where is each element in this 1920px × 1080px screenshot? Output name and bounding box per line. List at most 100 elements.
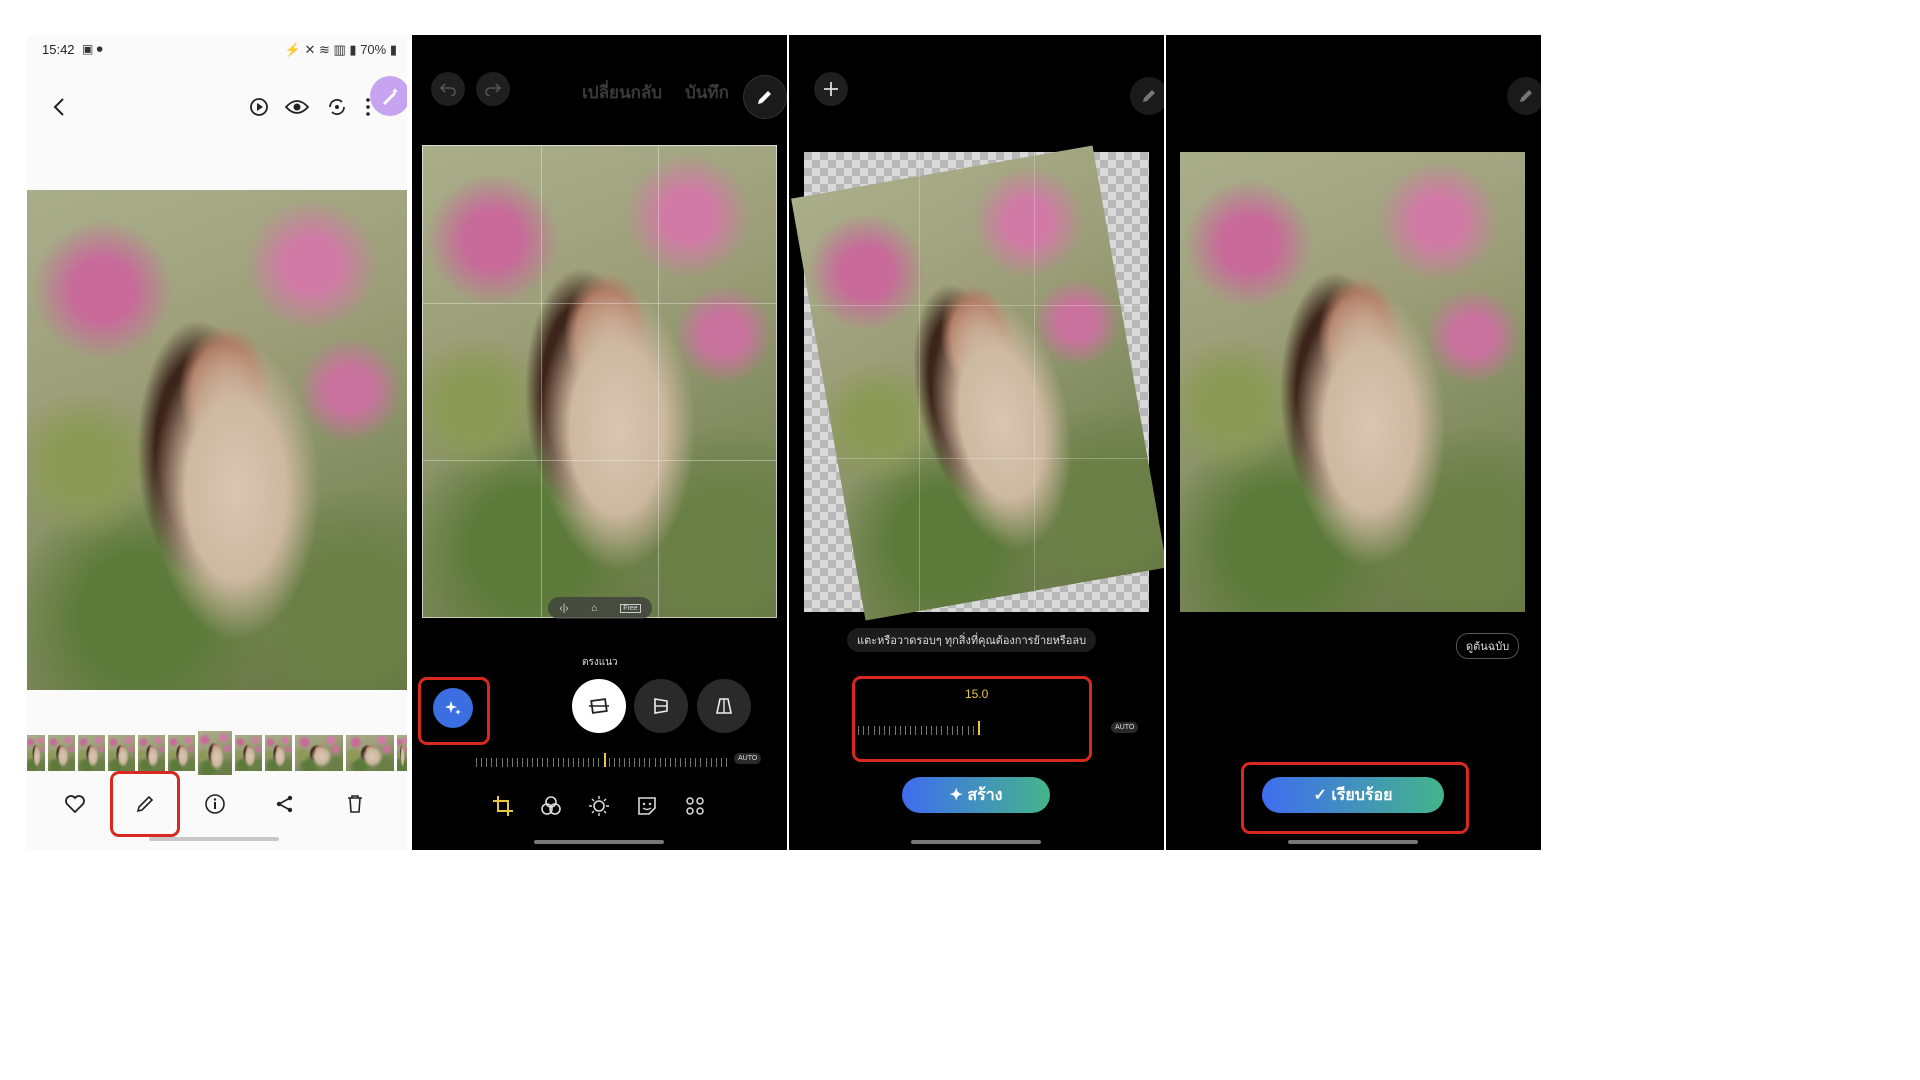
thumbnail[interactable] bbox=[78, 735, 105, 771]
ruler-tick bbox=[491, 758, 493, 767]
redo-icon[interactable] bbox=[476, 72, 510, 106]
ruler-tick bbox=[726, 758, 727, 767]
ruler-tick bbox=[664, 758, 666, 767]
home-indicator bbox=[534, 840, 664, 844]
hint-text: แตะหรือวาดรอบๆ ทุกสิ่งที่คุณต้องการย้ายห… bbox=[847, 628, 1097, 652]
free-ratio-icon[interactable]: Free bbox=[620, 603, 641, 613]
ruler-tick bbox=[552, 758, 554, 767]
ruler-tick bbox=[583, 758, 585, 767]
home-indicator bbox=[149, 837, 279, 841]
heart-icon[interactable] bbox=[61, 790, 89, 818]
straighten-button[interactable] bbox=[572, 679, 626, 733]
ruler-tick bbox=[649, 758, 651, 767]
ruler-tick bbox=[659, 758, 661, 767]
ruler-tick bbox=[501, 758, 503, 767]
trash-icon[interactable] bbox=[341, 790, 369, 818]
vertical-perspective-button[interactable] bbox=[634, 679, 688, 733]
ruler-tick bbox=[639, 758, 641, 767]
undo-icon[interactable] bbox=[431, 72, 465, 106]
main-photo[interactable] bbox=[27, 190, 407, 690]
thumbnail[interactable] bbox=[27, 735, 45, 771]
info-icon[interactable] bbox=[201, 790, 229, 818]
pen-edit-icon[interactable] bbox=[1130, 77, 1164, 115]
highlight-done bbox=[1241, 762, 1469, 834]
ruler-tick bbox=[710, 758, 712, 767]
ruler-tick bbox=[578, 758, 580, 767]
ruler-tick bbox=[521, 758, 523, 767]
thumbnail[interactable] bbox=[346, 735, 394, 771]
ruler-tick bbox=[613, 758, 615, 767]
sync-icon[interactable] bbox=[323, 93, 351, 121]
ruler-tick bbox=[486, 758, 488, 767]
ruler-tick bbox=[720, 758, 722, 767]
home-indicator bbox=[1288, 840, 1418, 844]
thumbnail-current[interactable] bbox=[198, 731, 232, 775]
ruler-tick bbox=[644, 758, 646, 767]
thumbnail[interactable] bbox=[397, 735, 407, 771]
horizontal-perspective-button[interactable] bbox=[697, 679, 751, 733]
ruler-tick bbox=[593, 758, 595, 767]
pen-edit-icon[interactable] bbox=[743, 75, 787, 119]
thumbnail[interactable] bbox=[138, 735, 165, 771]
thumbnail[interactable] bbox=[168, 735, 195, 771]
ruler-tick bbox=[603, 753, 606, 767]
thumbnail[interactable] bbox=[295, 735, 343, 771]
home-indicator bbox=[911, 840, 1041, 844]
back-icon[interactable] bbox=[45, 93, 73, 121]
signal-icons: ⚡ ✕ ≋ ▥ ▮ bbox=[284, 42, 361, 57]
sticker-tool-icon[interactable] bbox=[634, 793, 660, 819]
ruler-tick bbox=[623, 758, 625, 767]
rotate-icon[interactable]: ⌂ bbox=[591, 603, 597, 614]
ruler-tick bbox=[572, 758, 574, 767]
ruler-tick bbox=[567, 758, 569, 767]
ruler-tick bbox=[685, 758, 687, 767]
ruler-tick bbox=[674, 758, 676, 767]
section-label: ตรงแนว bbox=[582, 657, 618, 668]
crop-tool-icon[interactable] bbox=[490, 793, 516, 819]
ruler-tick bbox=[705, 758, 707, 767]
ruler-tick bbox=[700, 758, 702, 767]
status-right: ⚡ ✕ ≋ ▥ ▮ 70% ▮ bbox=[285, 42, 397, 58]
ruler-tick bbox=[516, 758, 518, 767]
brightness-tool-icon[interactable] bbox=[586, 793, 612, 819]
add-icon[interactable] bbox=[814, 72, 848, 106]
thumbnail[interactable] bbox=[48, 735, 75, 771]
ruler-tick bbox=[547, 758, 549, 767]
pen-edit-icon[interactable] bbox=[1507, 77, 1541, 115]
auto-button[interactable]: AUTO bbox=[1111, 722, 1139, 733]
revert-button[interactable]: เปลี่ยนกลับ bbox=[582, 79, 662, 106]
thumbnail[interactable] bbox=[265, 735, 292, 771]
ruler-tick bbox=[588, 758, 590, 767]
battery-icon: ▮ bbox=[386, 42, 397, 57]
ruler-tick bbox=[527, 758, 529, 767]
share-icon[interactable] bbox=[271, 790, 299, 818]
straighten-ruler[interactable] bbox=[476, 753, 727, 767]
ruler-tick bbox=[598, 758, 600, 767]
status-icons: ▣ ⏺ bbox=[82, 42, 103, 56]
generate-button[interactable]: ✦ สร้าง bbox=[902, 777, 1050, 813]
ruler-tick bbox=[481, 758, 483, 767]
result-photo[interactable] bbox=[1180, 152, 1525, 612]
ruler-tick bbox=[476, 758, 477, 767]
ruler-tick bbox=[562, 758, 564, 767]
filter-tool-icon[interactable] bbox=[538, 793, 564, 819]
remaster-icon[interactable] bbox=[245, 93, 273, 121]
eye-icon[interactable] bbox=[283, 93, 311, 121]
view-original-button[interactable]: ดูต้นฉบับ bbox=[1456, 633, 1520, 659]
ruler-tick bbox=[557, 758, 559, 767]
thumbnail[interactable] bbox=[108, 735, 135, 771]
status-time: 15:42 bbox=[42, 42, 75, 57]
highlight-angle bbox=[852, 676, 1092, 762]
more-tools-icon[interactable] bbox=[682, 793, 708, 819]
save-button[interactable]: บันทึก bbox=[685, 79, 729, 106]
ai-edit-icon[interactable] bbox=[370, 76, 407, 116]
battery-level: 70% bbox=[360, 42, 387, 57]
ruler-tick bbox=[511, 758, 513, 767]
ruler-tick bbox=[506, 758, 508, 767]
filmstrip bbox=[27, 731, 407, 775]
ruler-tick bbox=[496, 758, 498, 767]
ruler-tick bbox=[680, 758, 682, 767]
thumbnail[interactable] bbox=[235, 735, 262, 771]
auto-button[interactable]: AUTO bbox=[734, 753, 762, 764]
flip-icon[interactable]: ‹|› bbox=[559, 603, 568, 614]
